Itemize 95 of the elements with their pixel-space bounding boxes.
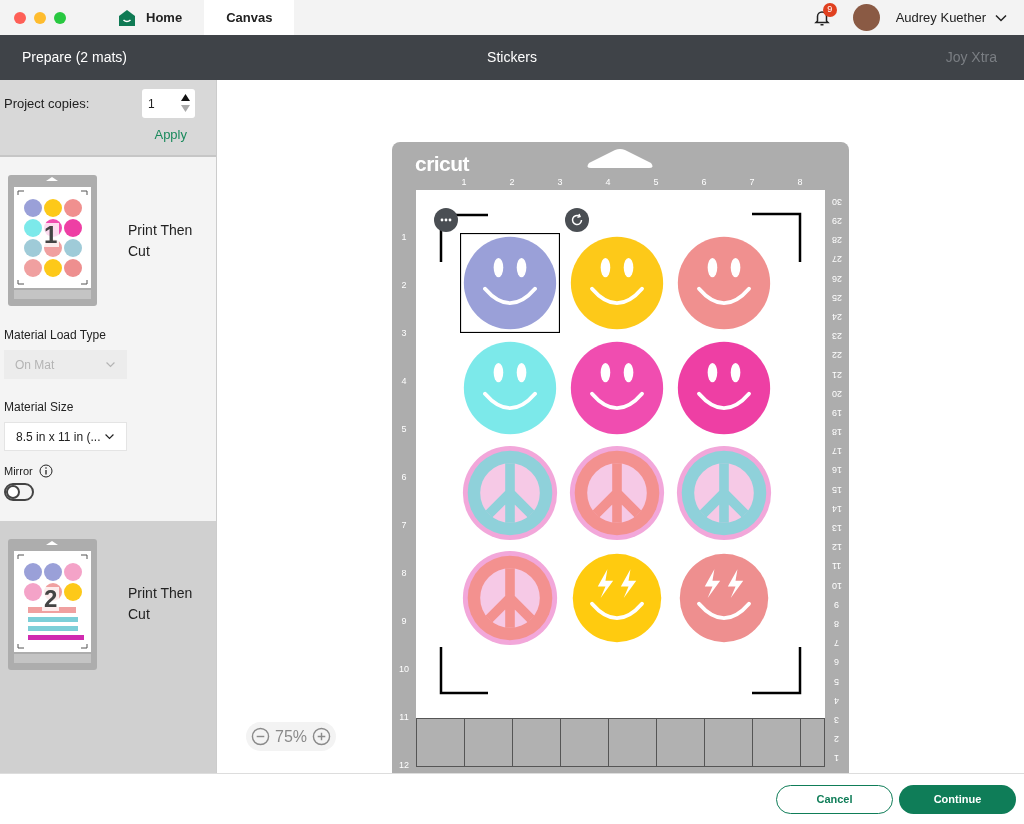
tab[interactable]: Home — [96, 0, 205, 35]
ruler-number: 8 — [796, 175, 804, 189]
copies-label: Project copies: — [4, 94, 90, 113]
spinner-arrows-icon[interactable] — [181, 93, 190, 113]
tab[interactable]: Canvas — [204, 0, 295, 35]
registration-mark — [439, 213, 488, 262]
mat-logo: cricut — [415, 151, 470, 177]
material-size-dropdown[interactable]: 8.5 in x 11 in (... — [4, 422, 127, 451]
ruler-number: 6 — [401, 471, 407, 485]
home-icon — [118, 8, 136, 27]
ruler-number: 5 — [401, 423, 407, 437]
mat-number: 1 — [42, 223, 60, 247]
ruler-number: 11 — [832, 559, 842, 572]
ruler-number: 30 — [832, 195, 842, 208]
ruler-number: 20 — [832, 387, 842, 400]
ruler-number: 19 — [832, 406, 842, 419]
ruler-number: 23 — [832, 329, 842, 342]
ruler-number: 6 — [834, 655, 840, 668]
mat-mode-label: Print Then Cut — [128, 584, 194, 624]
ruler-number: 8 — [834, 617, 840, 630]
ruler-number: 9 — [401, 615, 407, 629]
registration-mark — [752, 212, 802, 262]
more-icon — [440, 218, 452, 222]
ruler-number: 24 — [832, 310, 842, 323]
notification-badge: 9 — [822, 2, 837, 17]
ruler-number: 2 — [401, 279, 407, 293]
ruler-number: 12 — [399, 759, 409, 773]
prepare-title: Prepare (2 mats) — [22, 48, 129, 67]
mirror-label: Mirror — [4, 464, 33, 479]
rotate-button[interactable] — [565, 208, 589, 232]
ruler-number: 11 — [399, 711, 409, 725]
mat-thumbnail-drawing[interactable] — [8, 175, 97, 306]
peace-sign-sticker[interactable] — [674, 443, 774, 543]
ruler-number: 12 — [832, 540, 842, 553]
bell-icon[interactable] — [812, 8, 831, 27]
ruler-number: 7 — [748, 175, 756, 189]
ruler-number: 3 — [401, 327, 407, 341]
ruler-number: 1 — [460, 175, 468, 189]
ruler-number: 4 — [834, 694, 840, 707]
registration-mark — [752, 647, 802, 695]
mat-thumbnail-drawing[interactable] — [8, 538, 97, 670]
info-icon[interactable] — [38, 464, 53, 479]
ruler-number: 21 — [832, 368, 842, 381]
ruler-number: 14 — [832, 502, 842, 515]
project-title: Stickers — [486, 48, 538, 67]
ruler-number: 29 — [832, 214, 842, 227]
ruler-number: 3 — [556, 175, 564, 189]
user-avatar[interactable] — [852, 4, 880, 31]
ruler-number: 17 — [832, 444, 842, 457]
cancel-button[interactable]: Cancel — [776, 784, 893, 814]
ruler-number: 18 — [832, 425, 842, 438]
ruler-number: 1 — [401, 231, 407, 245]
ruler-number: 28 — [832, 233, 842, 246]
close-window-button[interactable] — [14, 11, 26, 24]
mat-mode-label: Print Then Cut — [128, 220, 194, 261]
copies-field[interactable]: 1 — [142, 89, 195, 118]
zoom-level: 75% — [275, 726, 308, 747]
ruler-number: 26 — [832, 272, 842, 285]
ruler-number: 5 — [834, 675, 840, 688]
ruler-number: 27 — [832, 252, 842, 265]
user-name[interactable]: Audrey Kuether — [895, 7, 986, 28]
registration-mark — [439, 647, 488, 695]
ruler-number: 9 — [834, 598, 840, 611]
peace-sign-sticker[interactable] — [460, 548, 560, 648]
ruler-number: 7 — [401, 519, 407, 533]
ruler-number: 1 — [834, 751, 840, 764]
ruler-number: 16 — [832, 463, 842, 476]
ruler-number: 4 — [604, 175, 612, 189]
smiley-face-sticker[interactable] — [460, 233, 560, 333]
ruler-number: 13 — [832, 521, 842, 534]
rotate-icon — [570, 213, 584, 227]
ruler-number: 10 — [399, 663, 409, 677]
mat-number: 2 — [42, 586, 60, 611]
maximize-window-button[interactable] — [54, 11, 66, 24]
ruler-number: 8 — [401, 567, 407, 581]
ruler-number: 25 — [832, 291, 842, 304]
field-label: Material Size — [4, 399, 75, 416]
ruler-number: 6 — [700, 175, 708, 189]
continue-button[interactable]: Continue — [899, 784, 1016, 814]
peace-sign-sticker[interactable] — [567, 443, 667, 543]
mirror-toggle[interactable] — [4, 482, 34, 501]
ruler-number: 3 — [834, 713, 840, 726]
ruler-number: 7 — [834, 636, 840, 649]
mat-grid-cell — [801, 719, 824, 766]
peace-sign-sticker[interactable] — [460, 443, 560, 543]
field-label: Material Load Type — [4, 327, 107, 344]
ruler-number: 15 — [832, 483, 842, 496]
ruler-number: 10 — [832, 579, 842, 592]
mat-notch-icon — [585, 148, 655, 170]
ruler-number: 4 — [401, 375, 407, 389]
ruler-number: 5 — [652, 175, 660, 189]
ruler-number: 22 — [832, 348, 842, 361]
ruler-number: 2 — [834, 732, 840, 745]
ruler-number: 2 — [508, 175, 516, 189]
more-options-button[interactable] — [434, 208, 458, 232]
